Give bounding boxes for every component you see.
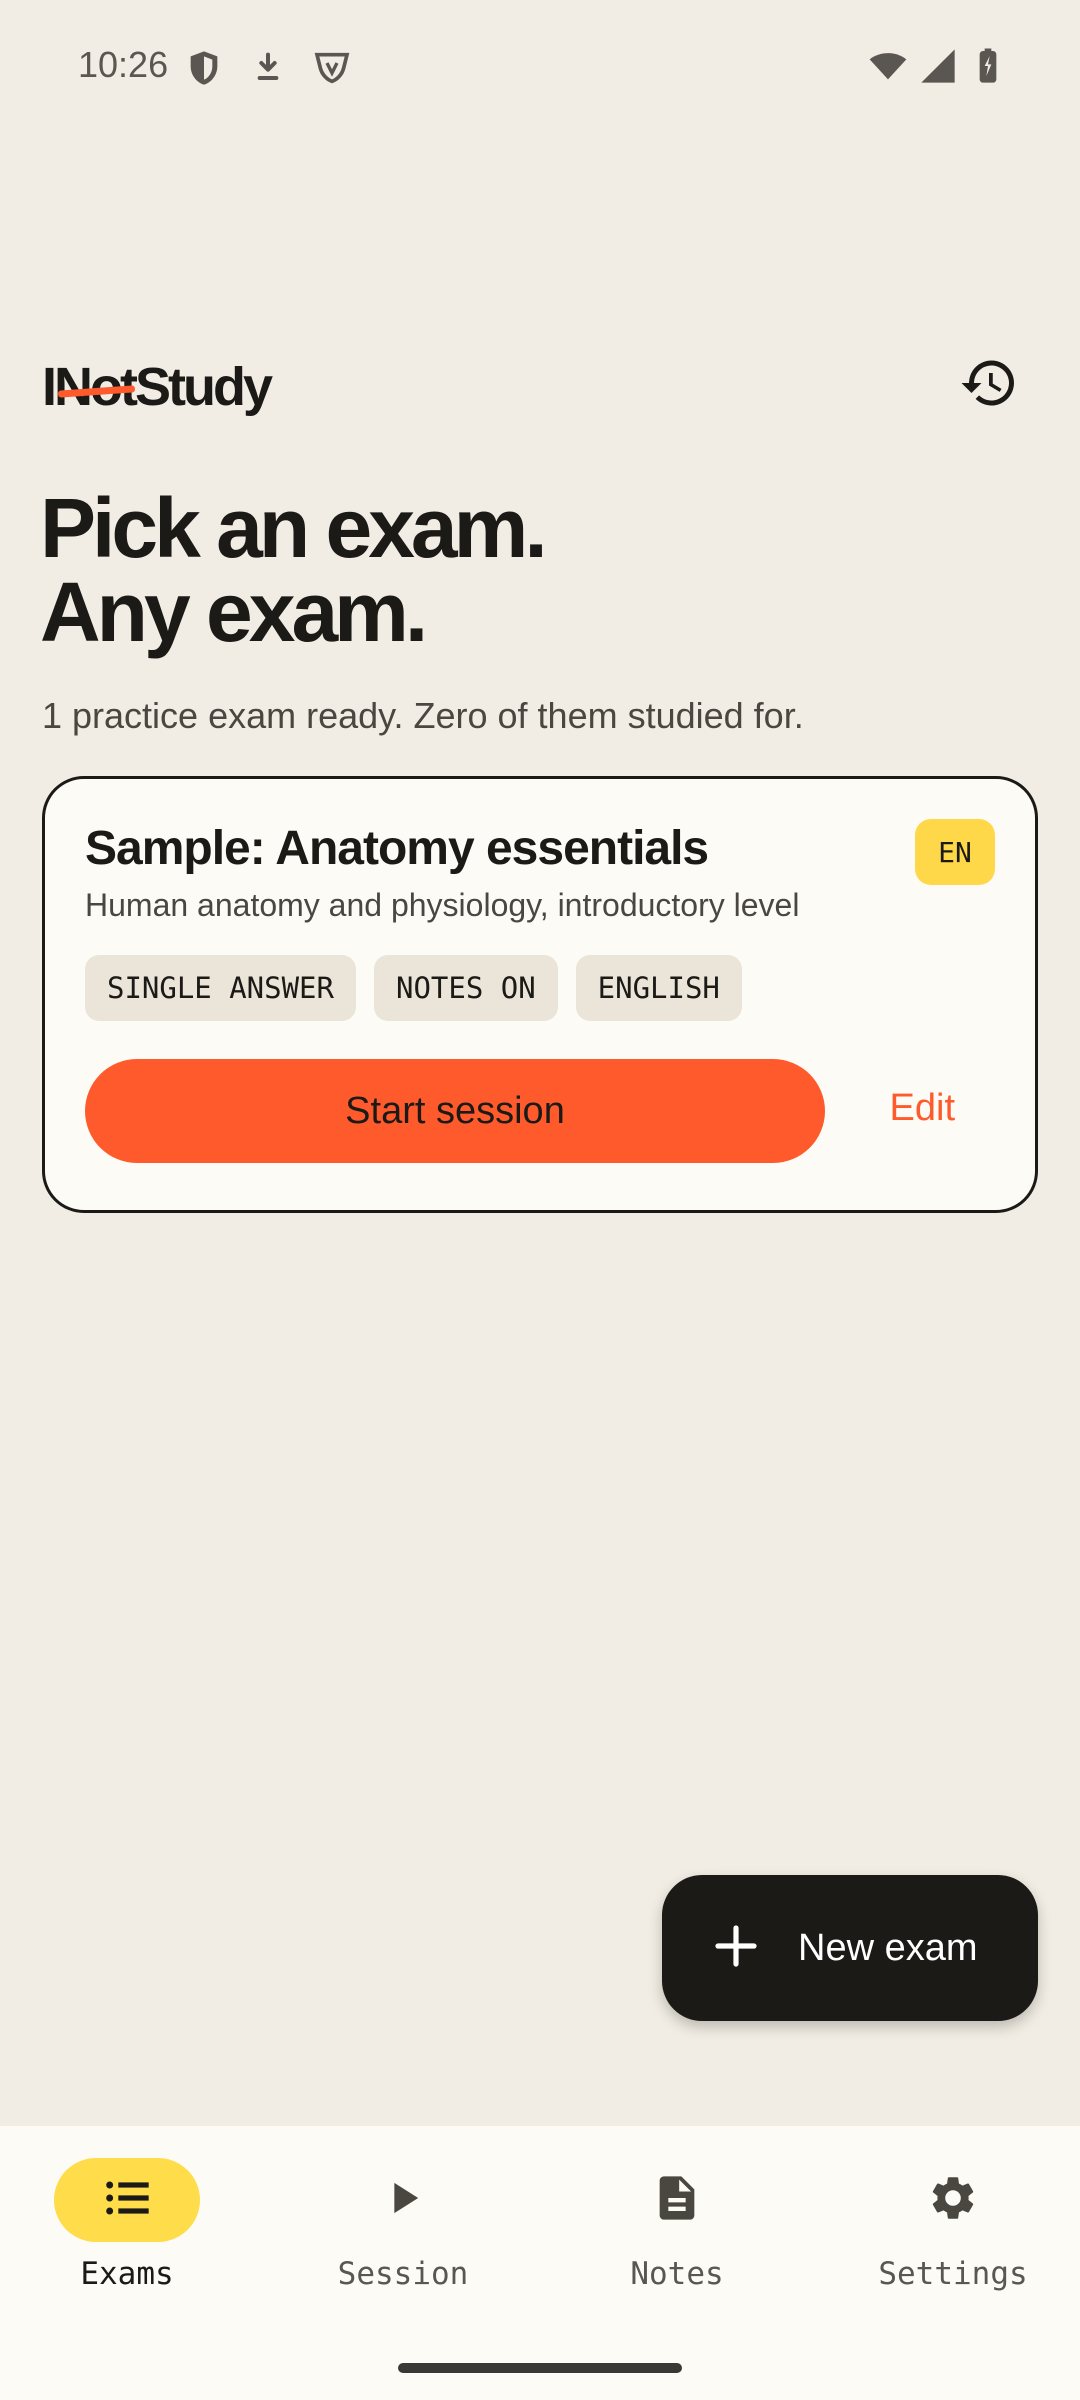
nav-label-notes: Notes [630,2256,724,2292]
download-icon [248,48,288,93]
home-indicator[interactable] [398,2363,682,2373]
page-title-line-2: Any exam. [40,565,428,659]
status-icons-left [184,48,352,93]
exam-title: Sample: Anatomy essentials [85,822,709,875]
logo-prefix: I [42,357,57,417]
tag-notes: NOTES ON [373,955,558,1021]
nav-item-settings[interactable]: Settings [833,2158,1073,2308]
gear-icon [927,2172,979,2229]
nav-icon-container [330,2158,476,2242]
app-header: INotStudy [42,356,1042,418]
nav-label-settings: Settings [878,2256,1028,2292]
edit-exam-button[interactable]: Edit [890,1087,955,1130]
page-title: Pick an exam. Any exam. [40,486,1040,654]
status-time: 10:26 [78,44,169,85]
wifi-icon [868,46,908,91]
app-logo: INotStudy [42,356,273,418]
vpn-shield-icon [312,48,352,93]
nav-label-exams: Exams [80,2256,174,2292]
document-icon [651,2172,703,2229]
page-subtitle: 1 practice exam ready. Zero of them stud… [42,695,804,736]
exam-card[interactable]: Sample: Anatomy essentials EN Human anat… [42,776,1038,1213]
status-bar: 10:26 [0,0,1080,136]
bottom-navigation: Exams Session Notes Settings [0,2126,1080,2400]
exams-screen: 10:26 INotStudy Pick an exam. Any exam. … [0,0,1080,2400]
play-icon [377,2172,429,2229]
logo-suffix: Study [134,357,273,417]
logo-struck-text: Not [54,357,138,417]
nav-item-exams[interactable]: Exams [7,2158,247,2308]
list-icon [101,2172,153,2229]
plus-icon [712,1922,760,1975]
shield-icon [184,48,224,93]
tag-answer-mode: SINGLE ANSWER [85,955,356,1021]
nav-item-notes[interactable]: Notes [557,2158,797,2308]
battery-charging-icon [968,46,1008,91]
nav-icon-container [880,2158,1026,2242]
history-button[interactable] [954,350,1024,420]
tag-language: ENGLISH [575,955,742,1021]
nav-icon-container [604,2158,750,2242]
nav-item-session[interactable]: Session [283,2158,523,2308]
exam-description: Human anatomy and physiology, introducto… [85,887,800,923]
start-session-button[interactable]: Start session [85,1059,825,1163]
signal-icon [918,46,958,91]
nav-label-session: Session [337,2256,469,2292]
page-title-line-1: Pick an exam. [40,481,548,575]
new-exam-label: New exam [798,1926,978,1969]
history-icon [959,353,1019,418]
exam-tags: SINGLE ANSWER NOTES ON ENGLISH [85,955,742,1021]
status-icons-right [868,46,1008,91]
nav-active-indicator [54,2158,200,2242]
language-badge: EN [915,819,995,885]
new-exam-button[interactable]: New exam [662,1875,1038,2021]
